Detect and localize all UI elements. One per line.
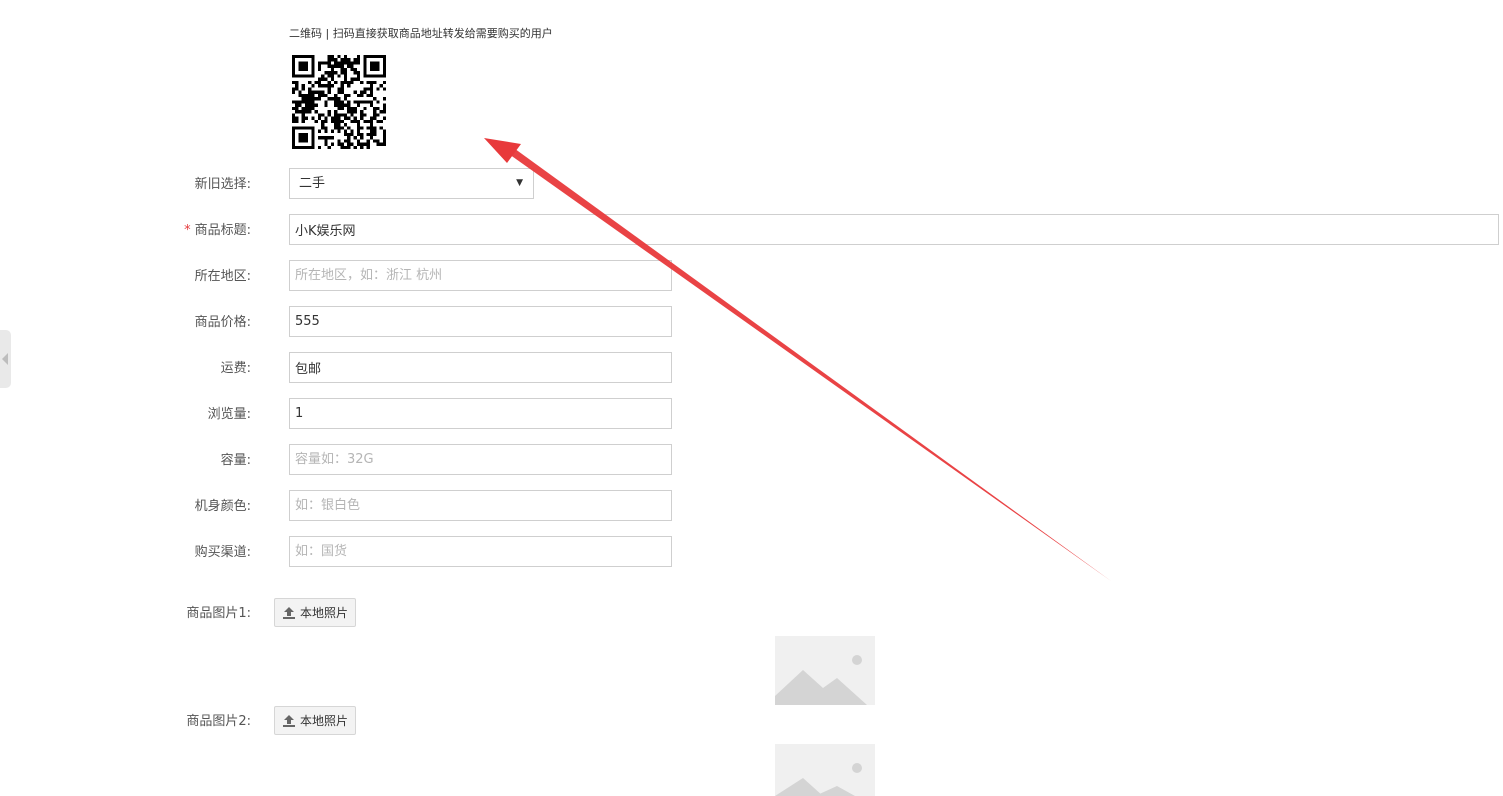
chevron-left-icon: [2, 353, 8, 365]
upload-icon: [282, 714, 295, 727]
image1-upload-button[interactable]: 本地照片: [274, 598, 356, 627]
image-placeholder-icon: [775, 744, 875, 796]
required-mark: *: [184, 223, 191, 238]
title-input[interactable]: [289, 214, 1499, 245]
image2-label: 商品图片2:: [186, 714, 251, 729]
shipping-label: 运费:: [220, 361, 251, 376]
annotation-arrow: [484, 138, 1111, 581]
page: 二维码 | 扫码直接获取商品地址转发给需要购买的用户 新旧选择: 二手 ▼ * 商…: [0, 0, 1503, 796]
channel-input[interactable]: [289, 536, 672, 567]
dropdown-arrow-icon: ▼: [516, 178, 523, 188]
image2-preview-placeholder: [775, 744, 875, 796]
condition-label: 新旧选择:: [194, 177, 251, 192]
views-label: 浏览量:: [207, 407, 251, 422]
title-label-text: 商品标题:: [194, 223, 251, 238]
qr-code-image: [292, 55, 386, 149]
color-label: 机身颜色:: [194, 499, 251, 514]
image-placeholder-icon: [775, 636, 875, 705]
location-label: 所在地区:: [194, 269, 251, 284]
shipping-input[interactable]: [289, 352, 672, 383]
qr-caption: 二维码 | 扫码直接获取商品地址转发给需要购买的用户: [289, 27, 553, 40]
condition-select-value: 二手: [299, 176, 326, 191]
views-input[interactable]: [289, 398, 672, 429]
title-label: * 商品标题:: [150, 219, 251, 238]
color-input[interactable]: [289, 490, 672, 521]
capacity-label: 容量:: [220, 453, 251, 468]
image2-upload-label: 本地照片: [299, 714, 348, 728]
sidebar-collapse-tab[interactable]: [0, 330, 11, 388]
price-label: 商品价格:: [194, 315, 251, 330]
condition-select[interactable]: 二手 ▼: [289, 168, 534, 199]
capacity-input[interactable]: [289, 444, 672, 475]
image1-upload-label: 本地照片: [299, 606, 348, 620]
upload-icon: [282, 606, 295, 619]
price-input[interactable]: [289, 306, 672, 337]
location-input[interactable]: [289, 260, 672, 291]
image1-label: 商品图片1:: [186, 606, 251, 621]
channel-label: 购买渠道:: [194, 545, 251, 560]
image2-upload-button[interactable]: 本地照片: [274, 706, 356, 735]
image1-preview-placeholder: [775, 636, 875, 705]
